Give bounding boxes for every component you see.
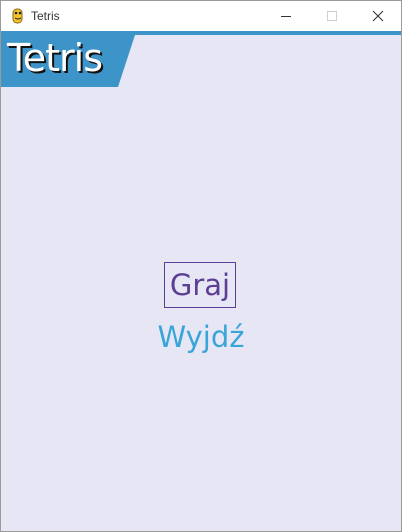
game-title: Tetris (7, 36, 103, 80)
maximize-button[interactable] (309, 1, 355, 31)
python-icon (12, 8, 23, 24)
play-button[interactable]: Graj (164, 262, 236, 308)
minimize-button[interactable] (263, 1, 309, 31)
quit-button[interactable]: Wyjdź (141, 315, 261, 359)
game-window: Tetris Tetris Graj Wyjdź (0, 0, 402, 532)
window-title: Tetris (31, 9, 60, 23)
maximize-icon (327, 11, 337, 21)
window-titlebar[interactable]: Tetris (1, 1, 401, 31)
minimize-icon (281, 16, 291, 17)
close-icon (372, 10, 384, 22)
close-button[interactable] (355, 1, 401, 31)
